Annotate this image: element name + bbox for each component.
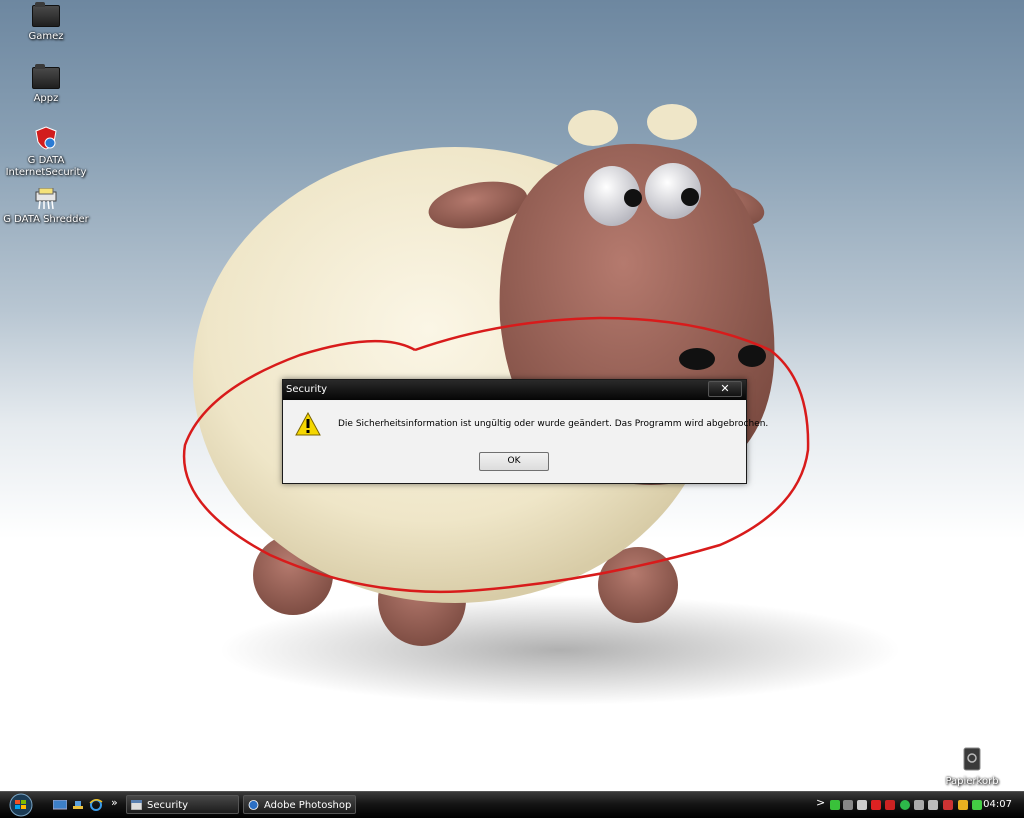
desktop-icon-label: Appz (33, 93, 59, 104)
close-icon: ✕ (720, 382, 730, 395)
folder-icon (32, 64, 60, 89)
photoshop-icon (248, 800, 259, 810)
update-tray-icon[interactable] (900, 800, 910, 810)
tray-app-icon[interactable] (843, 800, 853, 810)
tray-app-icon[interactable] (943, 800, 953, 810)
dialog-body: Die Sicherheitsinformation ist ungültig … (283, 401, 768, 483)
start-button[interactable] (6, 793, 36, 817)
taskbar-button-security[interactable]: Security (126, 795, 239, 814)
folder-icon (32, 2, 60, 27)
battery-icon[interactable] (830, 800, 840, 810)
internet-explorer-icon[interactable] (89, 798, 103, 812)
desktop-icon-appz[interactable]: Appz (1, 64, 91, 105)
warning-icon (295, 412, 321, 436)
tray-expand-button[interactable]: > (816, 796, 825, 809)
ok-button[interactable]: OK (479, 452, 549, 471)
recycle-bin-icon (963, 747, 981, 771)
taskbar-button-label: Adobe Photoshop (264, 800, 352, 811)
quicklaunch-more-button[interactable]: » (111, 796, 118, 809)
gdata-tray-icon[interactable] (871, 800, 881, 810)
window-icon (131, 800, 142, 810)
clock[interactable]: 04:07 (983, 799, 1012, 810)
network-icon[interactable] (914, 800, 924, 810)
desktop: Gamez Appz G DATA InternetSecurity G DAT… (0, 0, 1024, 791)
taskbar-button-photoshop[interactable]: Adobe Photoshop (243, 795, 356, 814)
taskbar-button-label: Security (147, 800, 189, 811)
shredder-icon (35, 188, 57, 210)
tray-app-icon[interactable] (857, 800, 867, 810)
volume-icon[interactable] (928, 800, 938, 810)
desktop-icon-gamez[interactable]: Gamez (1, 2, 91, 43)
dialog-titlebar[interactable]: Security ✕ (283, 380, 746, 400)
security-tray-icon[interactable] (885, 800, 895, 810)
dialog-message: Die Sicherheitsinformation ist ungültig … (338, 419, 769, 429)
desktop-icon-papierkorb[interactable]: Papierkorb (927, 746, 1017, 788)
desktop-icon-label: Papierkorb (945, 776, 999, 787)
dialog-title: Security (286, 384, 328, 395)
taskbar: » Security Adobe Photoshop > 04:07 (0, 791, 1024, 818)
security-dialog: Security ✕ Die Sicherheitsinformation is… (282, 379, 768, 484)
tray-app-icon[interactable] (972, 800, 982, 810)
close-button[interactable]: ✕ (708, 381, 742, 397)
desktop-icon-gdata-shredder[interactable]: G DATA Shredder (1, 188, 91, 226)
desktop-icon-label: G DATA InternetSecurity (5, 155, 87, 178)
switch-windows-icon[interactable] (72, 799, 84, 811)
desktop-icon-label: Gamez (28, 31, 64, 42)
power-icon[interactable] (958, 800, 968, 810)
show-desktop-icon[interactable] (53, 800, 67, 811)
desktop-icon-gdata-internetsecurity[interactable]: G DATA InternetSecurity (1, 125, 91, 179)
desktop-icon-label: G DATA Shredder (3, 214, 89, 225)
shield-icon (35, 126, 57, 150)
